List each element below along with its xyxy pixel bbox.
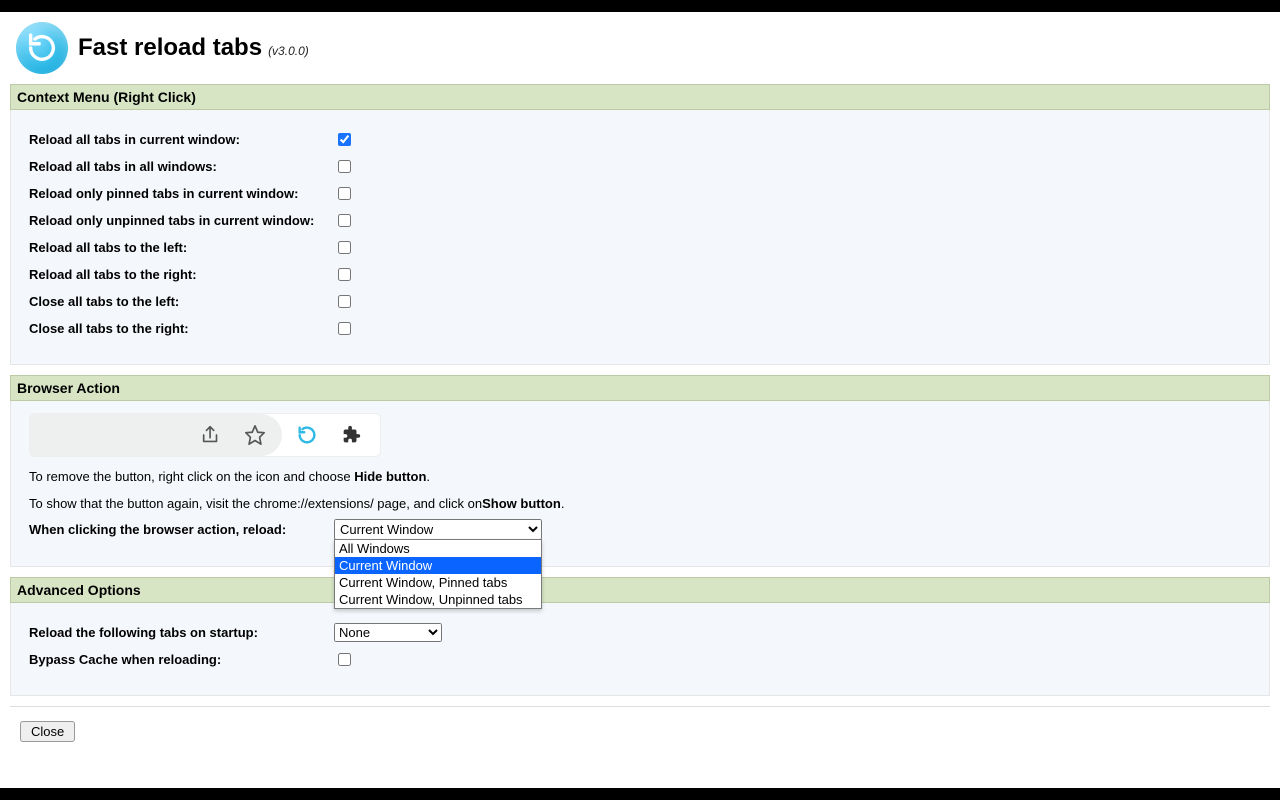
context-menu-row: Close all tabs to the right: xyxy=(29,319,1251,338)
reload-icon xyxy=(296,424,318,446)
top-black-bar xyxy=(0,0,1280,12)
bypass-cache-label: Bypass Cache when reloading: xyxy=(29,652,334,667)
context-menu-option-label: Reload all tabs to the right: xyxy=(29,267,334,282)
version-label: (v3.0.0) xyxy=(268,44,309,58)
context-menu-option-label: Reload only unpinned tabs in current win… xyxy=(29,213,334,228)
dropdown-option[interactable]: Current Window, Unpinned tabs xyxy=(335,591,541,608)
startup-reload-label: Reload the following tabs on startup: xyxy=(29,625,334,640)
section-browser-action-header: Browser Action xyxy=(10,375,1270,401)
puzzle-icon xyxy=(340,424,362,446)
context-menu-option-checkbox[interactable] xyxy=(338,133,351,146)
share-icon xyxy=(200,424,222,446)
context-menu-option-label: Reload all tabs in all windows: xyxy=(29,159,334,174)
dropdown-option[interactable]: All Windows xyxy=(335,540,541,557)
section-browser-action-body: To remove the button, right click on the… xyxy=(10,401,1270,567)
context-menu-row: Reload all tabs in all windows: xyxy=(29,157,1251,176)
section-advanced-header: Advanced Options xyxy=(10,577,1270,603)
context-menu-row: Reload only pinned tabs in current windo… xyxy=(29,184,1251,203)
context-menu-row: Reload all tabs to the left: xyxy=(29,238,1251,257)
section-advanced-body: Reload the following tabs on startup: No… xyxy=(10,603,1270,696)
context-menu-option-checkbox[interactable] xyxy=(338,187,351,200)
browser-action-desc-2: To show that the button again, visit the… xyxy=(29,496,1251,511)
browser-action-dropdown-open[interactable]: All WindowsCurrent WindowCurrent Window,… xyxy=(334,539,542,609)
dropdown-option[interactable]: Current Window, Pinned tabs xyxy=(335,574,541,591)
page-header: Fast reload tabs (v3.0.0) xyxy=(10,16,1270,84)
context-menu-option-label: Close all tabs to the right: xyxy=(29,321,334,336)
context-menu-option-label: Reload all tabs to the left: xyxy=(29,240,334,255)
context-menu-option-checkbox[interactable] xyxy=(338,322,351,335)
context-menu-option-label: Close all tabs to the left: xyxy=(29,294,334,309)
page-title: Fast reload tabs xyxy=(78,34,262,62)
bottom-black-bar xyxy=(0,788,1280,800)
dropdown-option[interactable]: Current Window xyxy=(335,557,541,574)
section-context-menu-body: Reload all tabs in current window: Reload… xyxy=(10,110,1270,365)
close-button[interactable]: Close xyxy=(20,721,75,742)
context-menu-option-checkbox[interactable] xyxy=(338,160,351,173)
startup-reload-select[interactable]: None xyxy=(334,623,442,642)
separator xyxy=(10,706,1270,707)
browser-action-select-label: When clicking the browser action, reload… xyxy=(29,522,334,537)
context-menu-row: Reload only unpinned tabs in current win… xyxy=(29,211,1251,230)
bypass-cache-checkbox[interactable] xyxy=(338,653,351,666)
browser-action-select[interactable]: All WindowsCurrent WindowCurrent Window,… xyxy=(334,519,542,540)
context-menu-option-checkbox[interactable] xyxy=(338,268,351,281)
context-menu-option-checkbox[interactable] xyxy=(338,241,351,254)
context-menu-option-checkbox[interactable] xyxy=(338,295,351,308)
context-menu-option-checkbox[interactable] xyxy=(338,214,351,227)
star-icon xyxy=(244,424,266,446)
context-menu-row: Reload all tabs in current window: xyxy=(29,130,1251,149)
section-context-menu-header: Context Menu (Right Click) xyxy=(10,84,1270,110)
context-menu-row: Close all tabs to the left: xyxy=(29,292,1251,311)
app-logo xyxy=(16,22,68,74)
browser-action-desc-1: To remove the button, right click on the… xyxy=(29,469,1251,484)
toolbar-mock xyxy=(29,413,381,457)
context-menu-option-label: Reload all tabs in current window: xyxy=(29,132,334,147)
context-menu-row: Reload all tabs to the right: xyxy=(29,265,1251,284)
context-menu-option-label: Reload only pinned tabs in current windo… xyxy=(29,186,334,201)
